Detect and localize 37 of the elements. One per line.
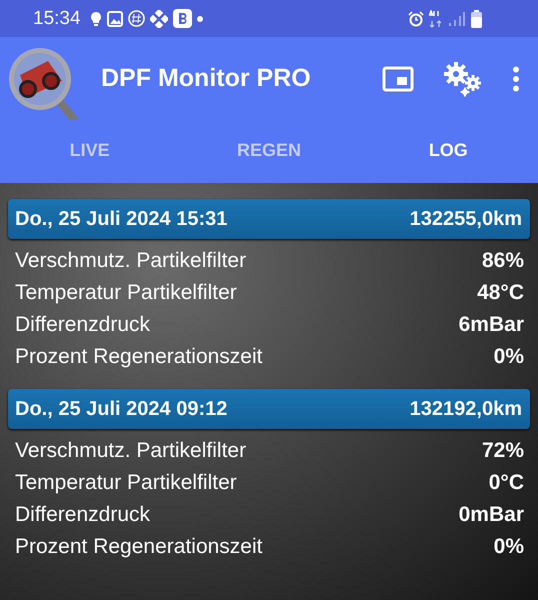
metric-label: Prozent Regenerationszeit — [15, 345, 262, 369]
metric-label: Differenzdruck — [15, 503, 150, 527]
metric-label: Prozent Regenerationszeit — [15, 535, 262, 559]
grid-icon — [150, 10, 168, 28]
dot-icon — [196, 16, 203, 22]
metric-label: Verschmutz. Partikelfilter — [15, 249, 246, 273]
metric-value: 0°C — [488, 471, 524, 495]
metric-value: 48°C — [477, 281, 524, 305]
mobile-data-icon — [429, 10, 443, 28]
picture-in-picture-icon[interactable] — [382, 64, 414, 92]
metric-value: 6mBar — [458, 313, 524, 337]
b-app-icon — [172, 9, 192, 28]
entry-date: Do., 25 Juli 2024 09:12 — [15, 398, 228, 420]
tab[interactable]: LIVE — [0, 120, 180, 183]
more-options-icon[interactable] — [512, 66, 520, 92]
battery-icon — [471, 10, 482, 28]
signal-icon — [448, 10, 466, 26]
settings-icon[interactable] — [442, 60, 484, 96]
bulb-icon — [90, 10, 102, 26]
metric-value: 0% — [494, 535, 524, 559]
status-time: 15:34 — [33, 8, 81, 30]
metric-label: Verschmutz. Partikelfilter — [15, 439, 246, 463]
metric-label: Temperatur Partikelfilter — [15, 471, 237, 495]
app-title: DPF Monitor PRO — [101, 64, 311, 93]
tab[interactable]: LOG — [358, 120, 538, 183]
metric-value: 0mBar — [458, 503, 524, 527]
tab[interactable]: REGEN — [179, 120, 359, 183]
metric-value: 0% — [494, 345, 524, 369]
metric-value: 86% — [482, 249, 524, 273]
entry-odometer: 132192,0km — [410, 398, 522, 420]
metric-label: Differenzdruck — [15, 313, 150, 337]
metric-value: 72% — [482, 439, 524, 463]
entry-odometer: 132255,0km — [410, 208, 522, 230]
entry-date: Do., 25 Juli 2024 15:31 — [15, 208, 228, 230]
alarm-icon — [408, 10, 424, 26]
image-icon — [106, 10, 123, 26]
metric-label: Temperatur Partikelfilter — [15, 281, 237, 305]
